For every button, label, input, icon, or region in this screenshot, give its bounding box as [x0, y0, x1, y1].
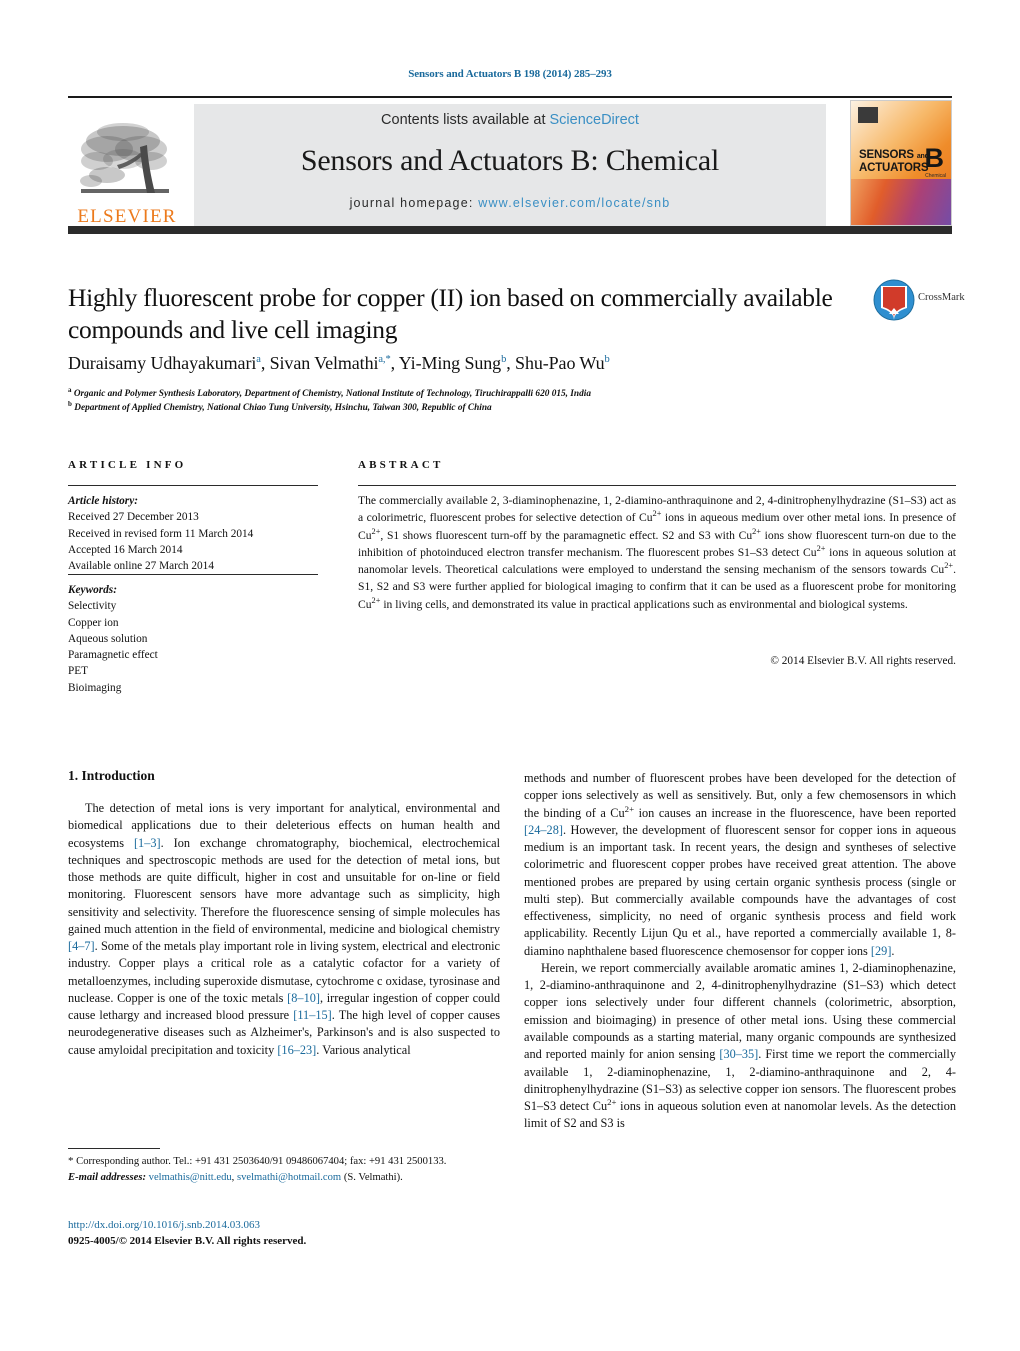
keyword-item: Bioimaging: [68, 681, 122, 694]
body-column-left: The detection of metal ions is very impo…: [68, 801, 501, 1057]
abstract-rule: [358, 485, 956, 486]
abstract-text: The commercially available 2, 3-diaminop…: [358, 494, 957, 611]
cover-elsevier-mark: [858, 107, 878, 123]
crossmark-badge[interactable]: CrossMark: [872, 278, 968, 324]
masthead-bottom-rule: [68, 226, 952, 234]
body-column-right: methods and number of fluorescent probes…: [524, 771, 956, 1131]
abstract-copyright: © 2014 Elsevier B.V. All rights reserved…: [770, 655, 956, 667]
cover-line-2: ACTUATORS: [859, 161, 929, 174]
email-owner: (S. Velmathi).: [343, 1171, 403, 1183]
keyword-item: PET: [68, 665, 89, 678]
footnote-rule: [68, 1148, 160, 1149]
history-item: Accepted 16 March 2014: [68, 543, 183, 556]
homepage-label: journal homepage:: [349, 196, 474, 210]
doi-block: http://dx.doi.org/10.1016/j.snb.2014.03.…: [68, 1218, 508, 1250]
journal-cover-thumbnail: SENSORS and ACTUATORS B Chemical: [850, 100, 952, 226]
corresponding-author-note: * Corresponding author. Tel.: +91 431 25…: [68, 1154, 508, 1185]
history-item: Received in revised form 11 March 2014: [68, 527, 254, 540]
cover-title-text: SENSORS and ACTUATORS: [859, 149, 931, 175]
keyword-item: Copper ion: [68, 616, 119, 629]
sciencedirect-link[interactable]: ScienceDirect: [550, 112, 639, 128]
email-line: E-mail addresses: velmathis@nitt.edu, sv…: [68, 1171, 403, 1183]
crossmark-icon: [873, 279, 915, 321]
elsevier-wordmark: ELSEVIER: [77, 206, 177, 227]
article-title: Highly fluorescent probe for copper (II)…: [68, 283, 833, 345]
elsevier-tree-icon: [80, 123, 169, 193]
affiliation-a-text: Organic and Polymer Synthesis Laboratory…: [73, 389, 591, 399]
corresponding-author-text: * Corresponding author. Tel.: +91 431 25…: [68, 1155, 447, 1167]
journal-title: Sensors and Actuators B: Chemical: [300, 144, 720, 177]
issn-copyright-line: 0925-4005/© 2014 Elsevier B.V. All right…: [68, 1234, 307, 1247]
keywords-rule: [68, 574, 318, 575]
article-history-label: Article history:: [68, 495, 138, 507]
running-head: Sensors and Actuators B 198 (2014) 285–2…: [408, 68, 612, 80]
abstract-heading: ABSTRACT: [358, 459, 444, 471]
keyword-item: Aqueous solution: [68, 632, 148, 645]
article-info-heading: ARTICLE INFO: [68, 459, 187, 471]
article-info-rule: [68, 485, 318, 486]
affiliations: a Organic and Polymer Synthesis Laborato…: [68, 385, 888, 415]
contents-prefix: Contents lists available at: [381, 112, 550, 128]
cover-line-1: SENSORS: [859, 149, 914, 161]
history-item: Available online 27 March 2014: [68, 560, 214, 573]
email-label: E-mail addresses:: [68, 1171, 146, 1183]
doi-link[interactable]: http://dx.doi.org/10.1016/j.snb.2014.03.…: [68, 1218, 508, 1234]
cover-series-subtitle: Chemical: [925, 173, 946, 179]
journal-homepage-line: journal homepage: www.elsevier.com/locat…: [194, 196, 826, 210]
cover-gradient-bottom: [851, 179, 951, 225]
affiliation-b-text: Department of Applied Chemistry, Nationa…: [74, 403, 492, 414]
email-link-2[interactable]: svelmathi@hotmail.com: [237, 1172, 341, 1183]
journal-masthead: ELSEVIER Contents lists available at Sci…: [68, 96, 952, 234]
contents-available-line: Contents lists available at ScienceDirec…: [194, 112, 826, 128]
section-heading-introduction: 1. Introduction: [68, 768, 155, 783]
journal-article-page: Sensors and Actuators B 198 (2014) 285–2…: [0, 0, 1020, 1351]
affiliation-b: b Department of Applied Chemistry, Natio…: [68, 400, 492, 414]
homepage-url-link[interactable]: www.elsevier.com/locate/snb: [478, 196, 670, 210]
keywords-label: Keywords:: [68, 584, 117, 596]
keyword-item: Selectivity: [68, 600, 117, 613]
affiliation-a: a Organic and Polymer Synthesis Laborato…: [68, 385, 591, 399]
elsevier-logo: ELSEVIER: [68, 104, 186, 226]
author-list: Duraisamy Udhayakumaria, Sivan Velmathia…: [68, 353, 610, 373]
article-history: Article history: Received 27 December 20…: [68, 493, 318, 574]
history-item: Received 27 December 2013: [68, 511, 199, 524]
masthead-top-rule: [68, 96, 952, 98]
keywords-block: Keywords: Selectivity Copper ion Aqueous…: [68, 582, 318, 696]
keyword-item: Paramagnetic effect: [68, 649, 158, 662]
cover-series-letter: B: [924, 143, 945, 173]
email-link-1[interactable]: velmathis@nitt.edu: [149, 1172, 232, 1183]
crossmark-label: CrossMark: [918, 292, 965, 303]
